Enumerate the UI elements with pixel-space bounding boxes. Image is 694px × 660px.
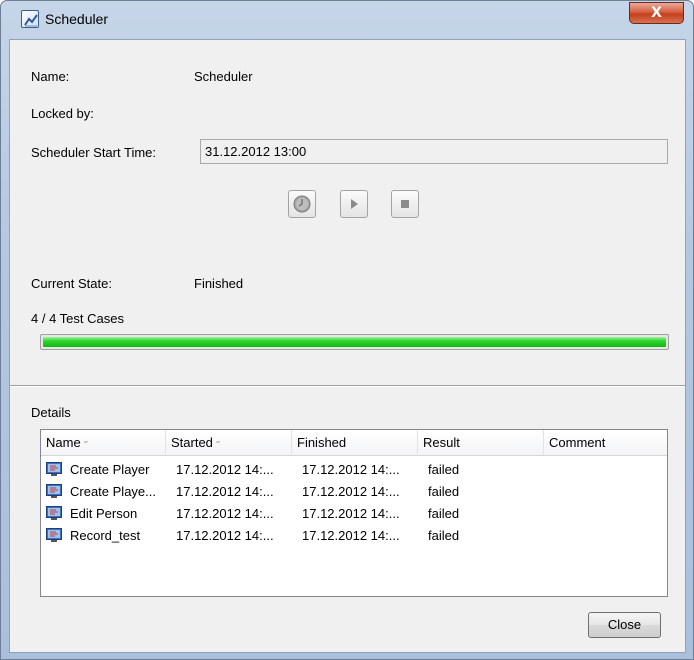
- title-bar[interactable]: Scheduler X: [1, 1, 693, 39]
- row-result: failed: [428, 506, 460, 521]
- table-row[interactable]: Edit Person 17.12.2012 14:... 17.12.2012…: [41, 503, 667, 525]
- column-header-name[interactable]: Name ‴: [41, 430, 166, 456]
- row-name: Record_test: [70, 528, 141, 543]
- row-finished: 17.12.2012 14:...: [302, 484, 400, 499]
- row-name: Create Playe...: [70, 484, 156, 499]
- row-comment: [554, 481, 664, 503]
- details-heading: Details: [31, 405, 71, 420]
- table-row[interactable]: Record_test 17.12.2012 14:... 17.12.2012…: [41, 525, 667, 547]
- test-case-icon: [46, 528, 62, 543]
- sort-indicator-icon: ‴: [216, 440, 220, 449]
- row-started: 17.12.2012 14:...: [176, 506, 274, 521]
- row-name: Edit Person: [70, 506, 138, 521]
- name-value: Scheduler: [194, 69, 253, 84]
- progress-fill: [43, 337, 666, 347]
- scheduler-window: Scheduler X Name: Scheduler Locked by: S…: [0, 0, 694, 660]
- row-comment: [554, 459, 664, 481]
- name-label: Name:: [31, 69, 70, 84]
- row-finished: 17.12.2012 14:...: [302, 528, 400, 543]
- row-result: failed: [428, 528, 460, 543]
- column-header-result[interactable]: Result: [418, 430, 544, 456]
- row-name: Create Player: [70, 462, 150, 477]
- start-time-field[interactable]: 31.12.2012 13:00: [200, 139, 668, 164]
- play-icon: [351, 199, 358, 209]
- row-comment: [554, 503, 664, 525]
- dialog-body: Name: Scheduler Locked by: Scheduler Sta…: [9, 39, 686, 653]
- row-finished: 17.12.2012 14:...: [302, 462, 400, 477]
- stop-icon: [401, 200, 409, 208]
- row-started: 17.12.2012 14:...: [176, 462, 274, 477]
- locked-by-label: Locked by:: [31, 106, 94, 121]
- clock-icon: [293, 195, 311, 213]
- test-case-icon: [46, 462, 62, 477]
- row-result: failed: [428, 462, 460, 477]
- current-state-value: Finished: [194, 276, 244, 291]
- sort-indicator-icon: ‴: [84, 440, 88, 449]
- row-comment: [554, 525, 664, 547]
- schedule-button[interactable]: [288, 190, 316, 218]
- row-started: 17.12.2012 14:...: [176, 528, 274, 543]
- column-header-finished[interactable]: Finished: [292, 430, 418, 456]
- close-button[interactable]: Close: [588, 612, 661, 638]
- start-time-label: Scheduler Start Time:: [31, 145, 156, 160]
- details-table[interactable]: Name ‴ Started ‴ Finished Result Comment C…: [40, 429, 668, 597]
- progress-text: 4 / 4 Test Cases: [31, 311, 124, 326]
- stop-button[interactable]: [391, 190, 419, 218]
- scheduler-app-icon: [21, 10, 39, 28]
- start-button[interactable]: [340, 190, 368, 218]
- progress-bar: [40, 334, 669, 350]
- test-case-icon: [46, 506, 62, 521]
- test-case-icon: [46, 484, 62, 499]
- window-title: Scheduler: [45, 11, 109, 27]
- table-header: Name ‴ Started ‴ Finished Result Comment: [41, 430, 667, 456]
- table-row[interactable]: Create Player 17.12.2012 14:... 17.12.20…: [41, 459, 667, 481]
- row-finished: 17.12.2012 14:...: [302, 506, 400, 521]
- row-result: failed: [428, 484, 460, 499]
- column-header-comment[interactable]: Comment: [544, 430, 667, 456]
- row-started: 17.12.2012 14:...: [176, 484, 274, 499]
- section-divider: [10, 385, 685, 387]
- column-header-started[interactable]: Started ‴: [166, 430, 292, 456]
- window-close-button[interactable]: X: [629, 2, 684, 24]
- table-row[interactable]: Create Playe... 17.12.2012 14:... 17.12.…: [41, 481, 667, 503]
- current-state-label: Current State:: [31, 276, 112, 291]
